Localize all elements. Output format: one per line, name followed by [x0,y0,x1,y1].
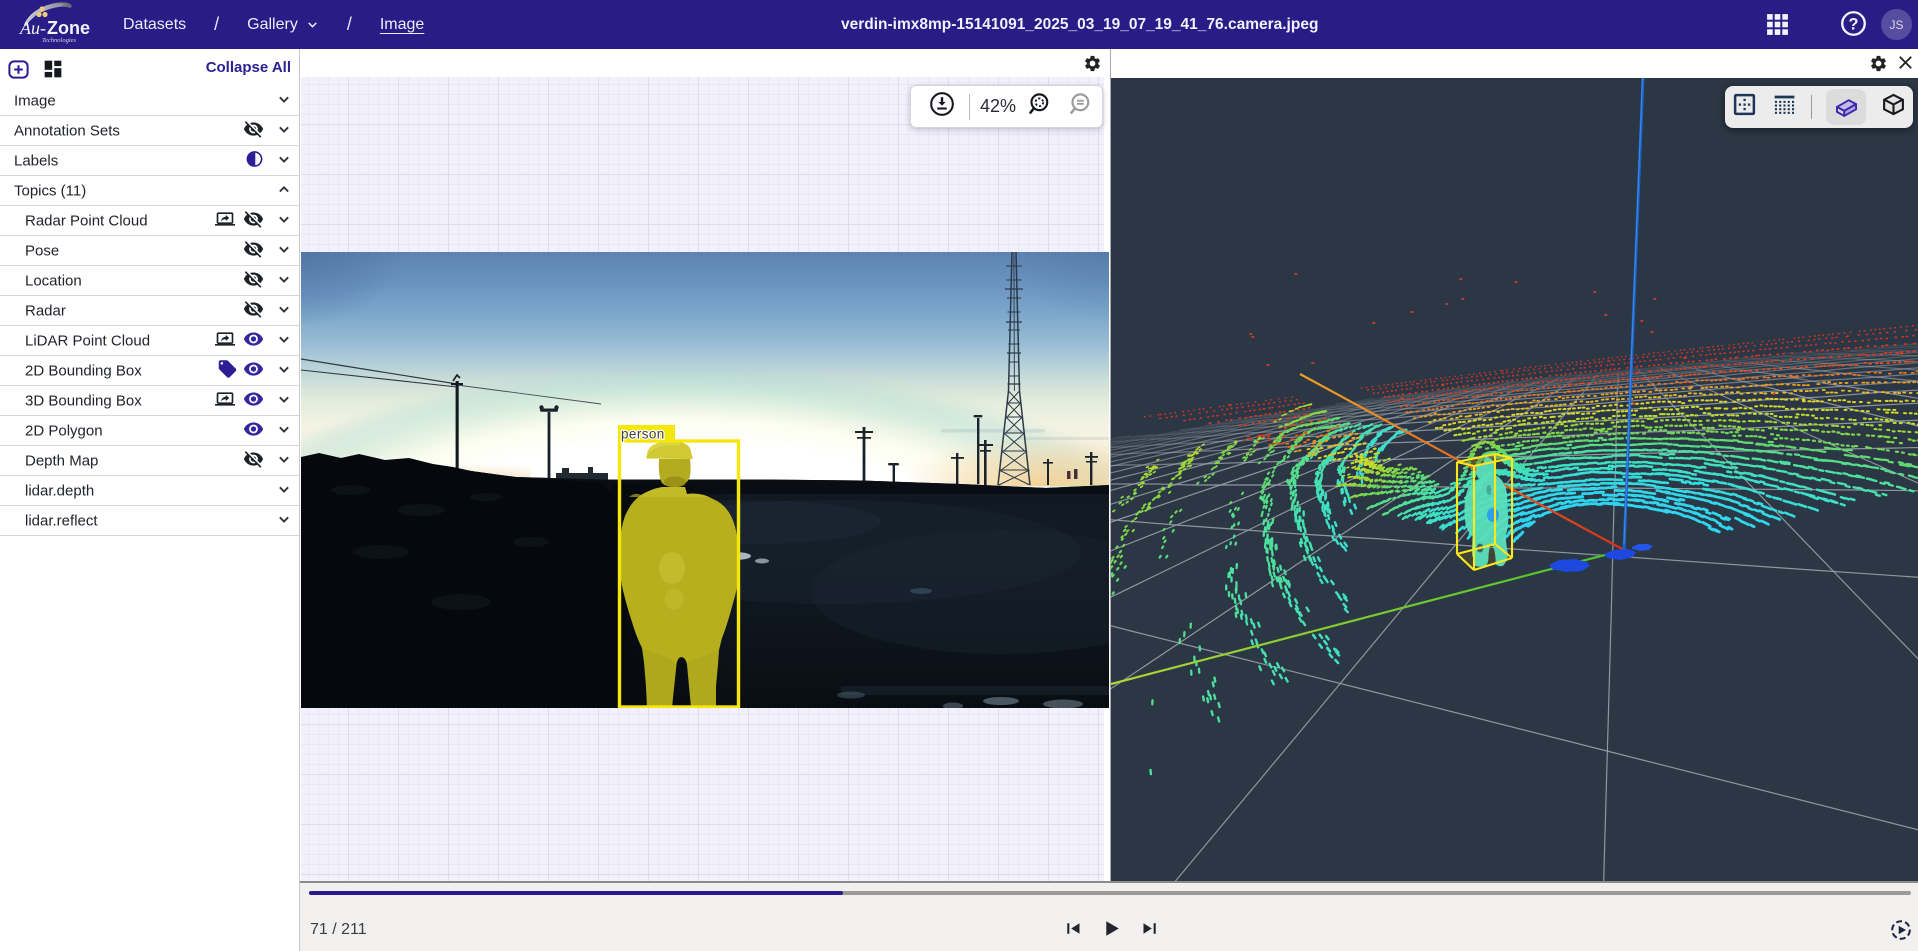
svg-text:Technologies: Technologies [42,37,77,44]
svg-text:Zone: Zone [47,18,90,38]
svg-text:?: ? [1849,16,1859,34]
svg-text:person: person [621,427,665,442]
svg-text:Au-: Au- [19,18,46,38]
